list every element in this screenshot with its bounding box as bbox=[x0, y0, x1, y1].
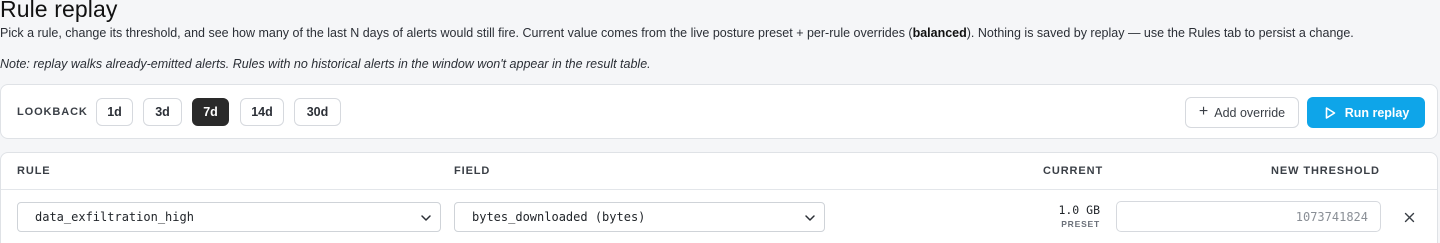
run-replay-button[interactable]: Run replay bbox=[1307, 97, 1425, 128]
new-threshold-input[interactable] bbox=[1116, 201, 1381, 232]
lookback-option-3d[interactable]: 3d bbox=[143, 98, 182, 126]
lookback-option-30d[interactable]: 30d bbox=[294, 98, 341, 126]
play-icon bbox=[1325, 106, 1335, 119]
current-value: 1.0 GB bbox=[1058, 203, 1100, 217]
lookback-option-7d[interactable]: 7d bbox=[192, 98, 229, 126]
lookback-label: LOOKBACK bbox=[17, 106, 88, 118]
description-text-b: ). Nothing is saved by replay — use the … bbox=[966, 26, 1354, 40]
posture-preset-name: balanced bbox=[912, 26, 967, 40]
lookback-option-14d[interactable]: 14d bbox=[240, 98, 284, 126]
lookback-toolbar: LOOKBACK 1d 3d 7d 14d 30d + Add override… bbox=[0, 84, 1438, 139]
table-header: RULE FIELD CURRENT NEW THRESHOLD bbox=[1, 153, 1437, 190]
column-header-rule: RULE bbox=[17, 165, 51, 177]
plus-icon: + bbox=[1198, 103, 1209, 120]
column-header-current: CURRENT bbox=[1043, 165, 1104, 177]
field-select[interactable]: bytes_downloaded (bytes) bbox=[454, 202, 825, 232]
table-row: data_exfiltration_high bytes_downloaded … bbox=[1, 190, 1437, 243]
chevron-down-icon bbox=[421, 215, 431, 221]
field-select-value: bytes_downloaded (bytes) bbox=[472, 210, 646, 224]
run-replay-label: Run replay bbox=[1344, 105, 1410, 120]
add-override-button[interactable]: + Add override bbox=[1185, 97, 1299, 128]
replay-note: Note: replay walks already-emitted alert… bbox=[0, 57, 651, 71]
page-description: Pick a rule, change its threshold, and s… bbox=[0, 26, 1425, 41]
description-text-a: Pick a rule, change its threshold, and s… bbox=[0, 26, 913, 40]
current-source-badge: PRESET bbox=[1061, 219, 1100, 229]
column-header-field: FIELD bbox=[454, 165, 491, 177]
close-icon bbox=[1404, 212, 1414, 222]
lookback-option-1d[interactable]: 1d bbox=[96, 98, 133, 126]
column-header-new-threshold: NEW THRESHOLD bbox=[1271, 165, 1380, 177]
rules-table: RULE FIELD CURRENT NEW THRESHOLD data_ex… bbox=[0, 152, 1438, 243]
page-title: Rule replay bbox=[0, 0, 118, 22]
chevron-down-icon bbox=[805, 215, 815, 221]
remove-row-button[interactable] bbox=[1399, 207, 1419, 227]
rule-replay-page: Rule replay Pick a rule, change its thre… bbox=[0, 0, 1440, 243]
add-override-label: Add override bbox=[1214, 105, 1286, 120]
rule-select-value: data_exfiltration_high bbox=[35, 210, 194, 224]
rule-select[interactable]: data_exfiltration_high bbox=[17, 202, 441, 232]
